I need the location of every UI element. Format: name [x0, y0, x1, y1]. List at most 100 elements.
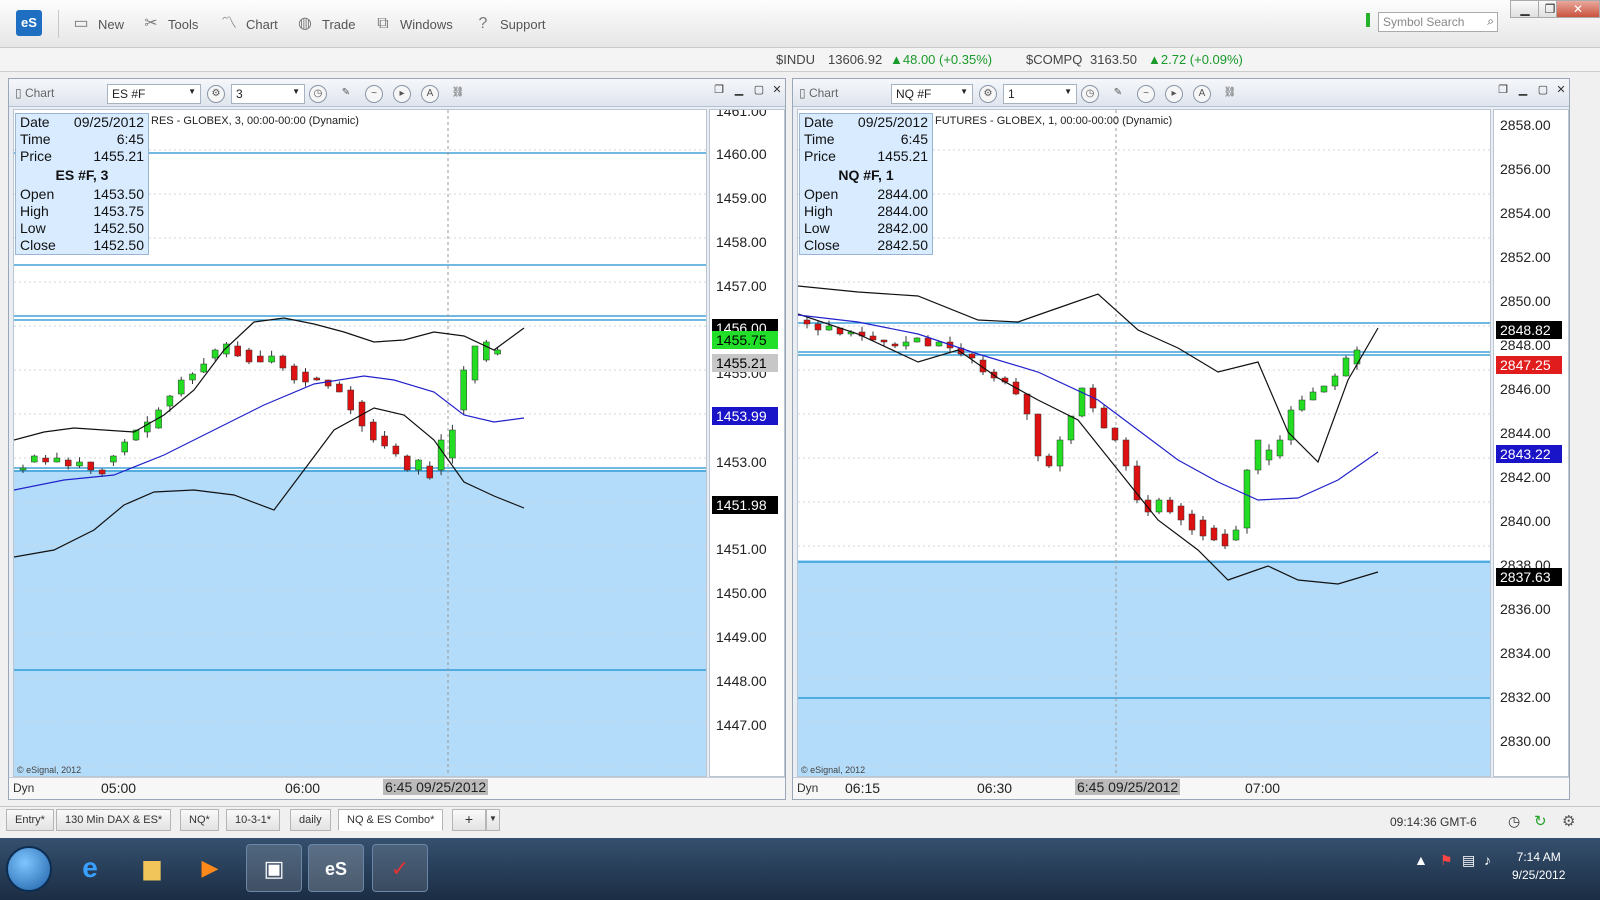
link-icon[interactable]: ⛓ [1221, 85, 1239, 103]
label: Close [20, 237, 56, 253]
link-icon[interactable]: ⛓ [449, 85, 467, 103]
minimize-icon[interactable]: ▁ [1515, 83, 1531, 99]
chevron-down-icon: ▼ [292, 87, 300, 96]
play-icon[interactable]: ▸ [1165, 85, 1183, 103]
compq-symbol[interactable]: $COMPQ [1026, 52, 1082, 67]
pencil-icon[interactable]: ✎ [1109, 85, 1127, 103]
refresh-icon[interactable]: ↻ [1534, 812, 1547, 830]
folder-icon[interactable]: ▆ [124, 844, 180, 892]
internet-explorer-icon[interactable]: e [62, 844, 118, 892]
clock-icon[interactable]: ◷ [309, 85, 327, 103]
tools-button[interactable]: ✂ Tools [140, 12, 198, 36]
flag-icon[interactable]: ⚑ [1440, 852, 1453, 869]
support-label: Support [500, 16, 546, 32]
trade-globe-icon: ◍ [298, 15, 312, 32]
restore-icon[interactable]: ❐ [1495, 83, 1511, 99]
candle-body [64, 459, 72, 467]
symbol-search-input[interactable]: Symbol Search ⌕ [1378, 12, 1498, 32]
minimize-button[interactable]: ▁ [1510, 0, 1540, 18]
interval-select[interactable]: 1 ▼ [1003, 84, 1077, 104]
price-tag: 2837.63 [1500, 569, 1551, 585]
draw-tool-icon[interactable]: ~ [1137, 85, 1155, 103]
tab-menu-chevron-icon[interactable]: ▼ [486, 809, 500, 831]
start-button[interactable] [6, 846, 52, 892]
alert-icon[interactable]: A [1193, 85, 1211, 103]
media-player-icon[interactable]: ▶ [182, 844, 238, 892]
settings-icon[interactable]: ⚙ [1562, 812, 1575, 830]
value: 09/25/2012 [857, 114, 928, 130]
tab-nq-es-combo[interactable]: NQ & ES Combo* [338, 809, 444, 831]
close-icon[interactable]: ✕ [769, 83, 785, 99]
price-axis[interactable]: 1461.00 1460.00 1459.00 1458.00 1457.00 1455.… [709, 109, 785, 777]
restore-icon[interactable]: ❐ [711, 83, 727, 99]
candle-body [1034, 413, 1042, 457]
label: Open [20, 186, 55, 202]
maximize-icon[interactable]: ▢ [1535, 83, 1551, 99]
help-icon: ? [478, 15, 488, 32]
chart-header: ▯ Chart ES #F ▼ ⚙ 3 ▼ ◷ ✎ ~ ▸ A ⛓ ❐ ▁ ▢ … [9, 79, 785, 107]
close-icon[interactable]: ✕ [1553, 83, 1569, 99]
tab-130min-dax-es[interactable]: 130 Min DAX & ES* [56, 809, 172, 831]
chevron-down-icon: ▼ [960, 87, 968, 96]
gear-icon[interactable]: ⚙ [979, 85, 997, 103]
candle-body [415, 459, 422, 471]
label: Price [804, 148, 836, 164]
candle-body [42, 457, 49, 463]
dyn-label[interactable]: Dyn [13, 781, 34, 795]
value: 2844.00 [877, 186, 928, 202]
time-axis[interactable]: Dyn 06:15 06:30 6:45 09/25/2012 07:00 [793, 777, 1569, 799]
close-button[interactable]: ✕ [1556, 0, 1600, 18]
search-icon[interactable]: ⌕ [1487, 14, 1494, 29]
clock-icon[interactable]: ◷ [1081, 85, 1099, 103]
trading-app-icon[interactable]: ✓ [372, 844, 428, 892]
time-axis[interactable]: Dyn 05:00 06:00 6:45 09/25/2012 [9, 777, 785, 799]
alert-icon[interactable]: A [421, 85, 439, 103]
clock-icon[interactable]: ◷ [1508, 813, 1520, 830]
draw-tool-icon[interactable]: ~ [365, 85, 383, 103]
windows-button[interactable]: ⧉ Windows [372, 12, 452, 36]
remote-desktop-icon[interactable]: ▣ [246, 844, 302, 892]
axis-tick-label: 1458.00 [716, 234, 767, 250]
interval-select[interactable]: 3 ▼ [231, 84, 305, 104]
chart-title[interactable]: ▯ Chart [15, 86, 54, 100]
time-label: 07:00 [1245, 780, 1281, 796]
tab-10-3-1[interactable]: 10-3-1* [226, 809, 281, 831]
cursor-time-label: 6:45 09/25/2012 [383, 779, 489, 795]
chart-title[interactable]: ▯ Chart [799, 86, 838, 100]
add-tab-button[interactable]: + [452, 809, 486, 831]
tab-entry[interactable]: Entry* [6, 809, 54, 831]
candle-body [924, 337, 932, 347]
indu-change: ▲48.00 (+0.35%) [890, 52, 993, 67]
tray-expand-icon[interactable]: ▲ [1414, 852, 1428, 868]
network-icon[interactable]: ▤ [1462, 852, 1475, 869]
tab-daily[interactable]: daily [290, 809, 331, 831]
minimize-icon[interactable]: ▁ [731, 83, 747, 99]
pencil-icon[interactable]: ✎ [337, 85, 355, 103]
candle-body [1199, 519, 1207, 537]
symbol-select[interactable]: NQ #F ▼ [891, 84, 973, 104]
time-label: 05:00 [101, 780, 137, 796]
esignal-taskbar-icon[interactable]: eS [308, 844, 364, 892]
axis-tick-label: 1450.00 [716, 585, 767, 601]
chart-button[interactable]: 〽 Chart [218, 12, 278, 36]
dyn-label[interactable]: Dyn [797, 781, 818, 795]
candle-body [302, 371, 309, 383]
indu-symbol[interactable]: $INDU [776, 52, 815, 67]
candle-body [279, 355, 287, 369]
candle-body [392, 445, 400, 455]
volume-icon[interactable]: ♪ [1484, 852, 1491, 868]
new-label: New [98, 16, 125, 32]
tab-nq[interactable]: NQ* [180, 809, 219, 831]
play-icon[interactable]: ▸ [393, 85, 411, 103]
data-high-row: High 2844.00 [800, 203, 932, 220]
maximize-icon[interactable]: ▢ [751, 83, 767, 99]
support-button[interactable]: ? Support [472, 12, 546, 36]
gear-icon[interactable]: ⚙ [207, 85, 225, 103]
tray-clock[interactable]: 7:14 AM 9/25/2012 [1512, 848, 1565, 884]
symbol-select[interactable]: ES #F ▼ [107, 84, 201, 104]
price-axis[interactable]: 2858.00 2856.00 2854.00 2852.00 2850.00 2848.… [1493, 109, 1569, 777]
new-button[interactable]: ▭ New [70, 12, 124, 36]
new-window-icon: ▭ [73, 15, 89, 32]
trade-button[interactable]: ◍ Trade [294, 12, 355, 36]
esignal-logo[interactable]: eS [16, 10, 42, 36]
